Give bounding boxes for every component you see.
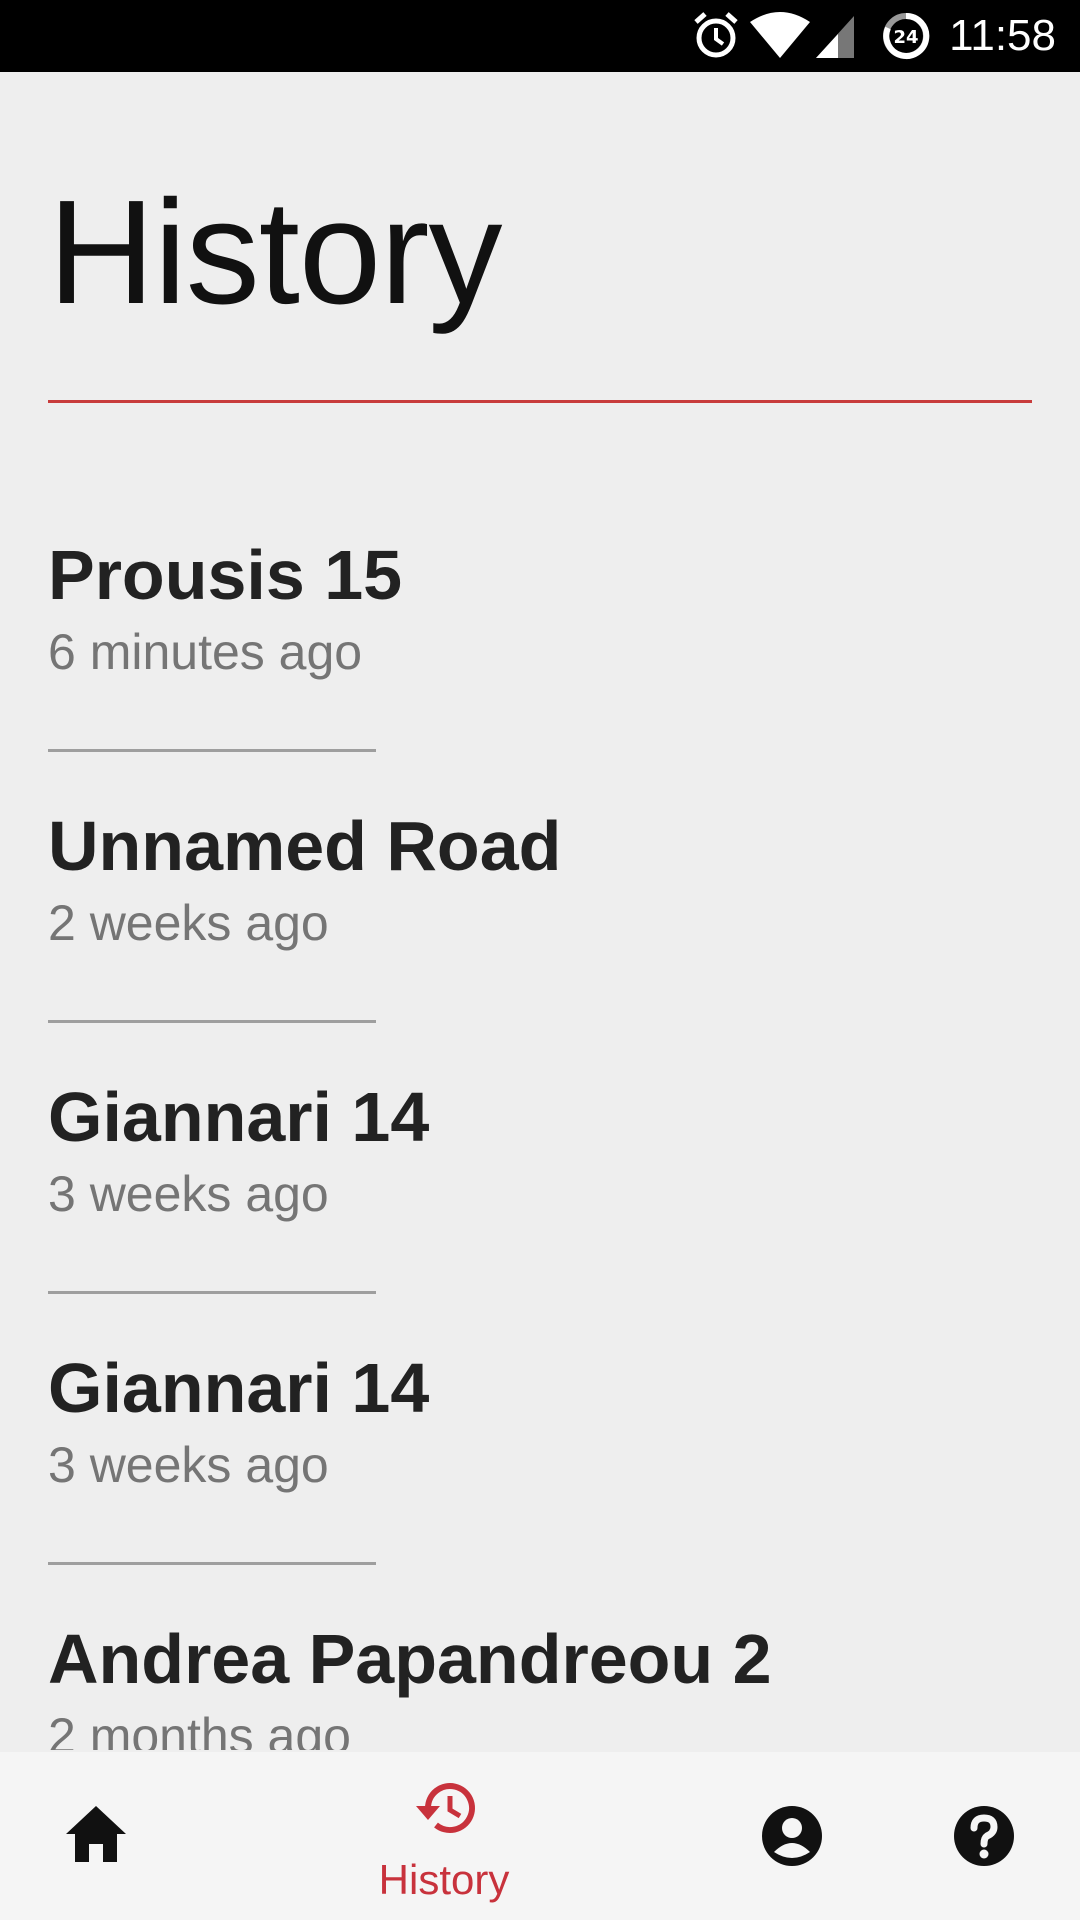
history-list[interactable]: Prousis 15 6 minutes ago Unnamed Road 2 … [0,405,1080,1750]
history-item-time: 2 months ago [48,1708,351,1750]
status-bar: 24 11:58 [0,0,1080,72]
history-item[interactable]: Giannari 14 3 weeks ago [48,1218,1032,1565]
history-item-title: Unnamed Road [48,807,562,885]
history-item-time: 3 weeks ago [48,1166,329,1222]
status-time: 11:58 [949,11,1056,60]
home-icon [66,1806,126,1862]
signal-icon [816,16,854,58]
history-item-title: Giannari 14 [48,1349,430,1427]
nav-account-button[interactable] [740,1752,844,1920]
data-saver-24-icon: 24 [883,12,930,59]
nav-history-button[interactable]: History [360,1752,528,1920]
data-saver-badge-text: 24 [893,27,918,48]
history-item-title: Prousis 15 [48,536,403,614]
help-icon [954,1806,1014,1866]
history-item-title: Andrea Papandreou 2 [48,1620,772,1698]
history-item[interactable]: Prousis 15 6 minutes ago [48,405,1032,752]
page-title: History [48,170,502,335]
history-item[interactable]: Andrea Papandreou 2 2 months ago [48,1489,1032,1750]
title-divider [48,400,1032,403]
alarm-icon [694,12,738,58]
wifi-icon [750,12,810,58]
history-item-time: 2 weeks ago [48,895,329,951]
history-item-time: 6 minutes ago [48,624,363,680]
nav-help-button[interactable] [932,1752,1036,1920]
bottom-nav: History [0,1752,1080,1920]
nav-home-button[interactable] [40,1752,152,1920]
history-item[interactable]: Giannari 14 3 weeks ago [48,947,1032,1294]
nav-history-label: History [378,1856,510,1903]
history-item-time: 3 weeks ago [48,1437,329,1493]
history-icon [416,1783,475,1834]
history-item[interactable]: Unnamed Road 2 weeks ago [48,676,1032,1023]
account-icon [762,1806,822,1866]
history-item-title: Giannari 14 [48,1078,430,1156]
